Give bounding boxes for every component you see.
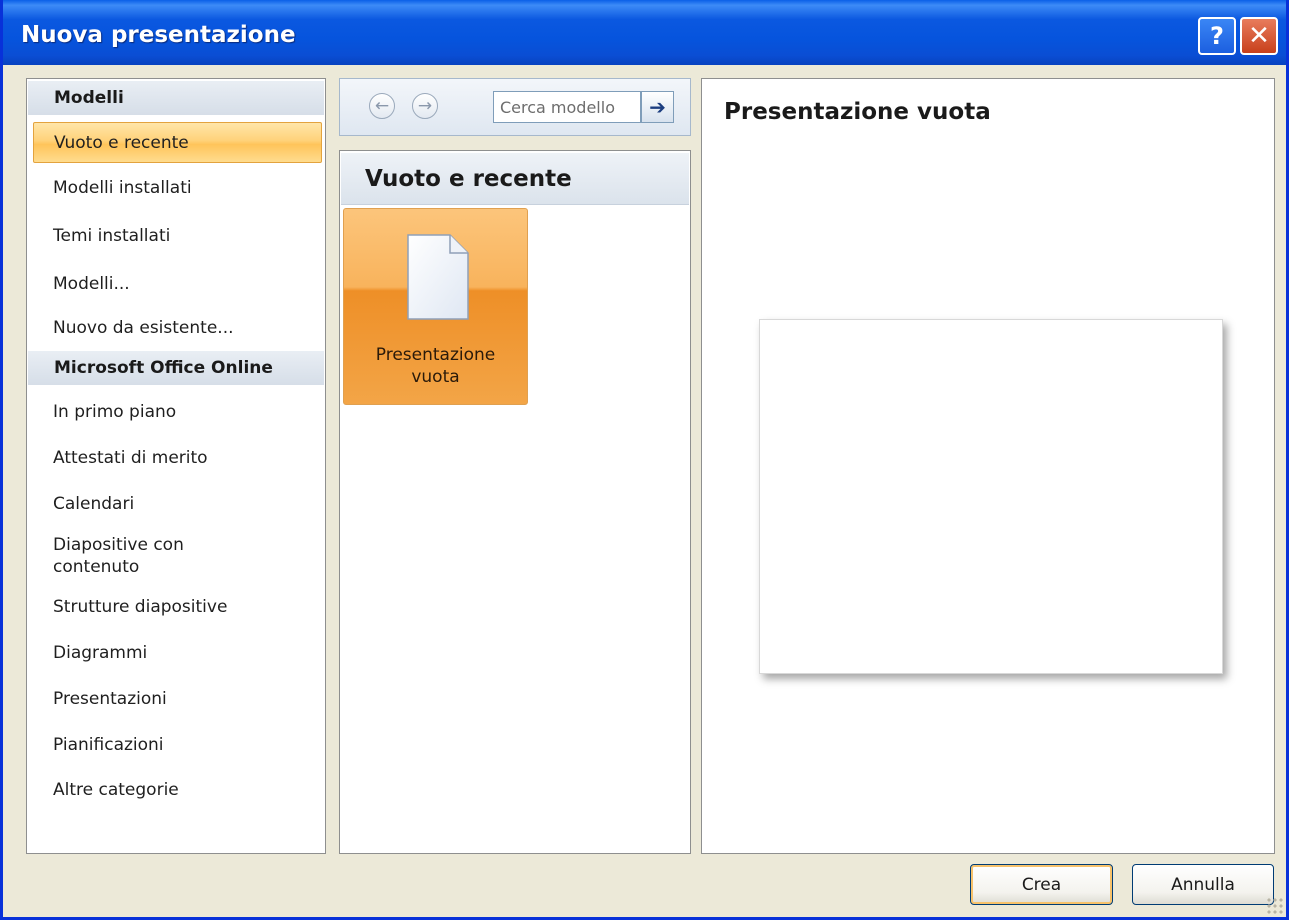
section-header-templates: Modelli — [28, 81, 324, 115]
forward-icon[interactable]: → — [412, 93, 438, 119]
preview-title: Presentazione vuota — [724, 99, 991, 125]
close-button[interactable]: ✕ — [1240, 17, 1278, 55]
sidebar-item-content-slides[interactable]: Diapositive con contenuto — [53, 534, 184, 578]
sidebar-item-awards[interactable]: Attestati di merito — [53, 447, 208, 469]
search-go-icon[interactable]: ➔ — [641, 91, 674, 123]
sidebar-item-featured[interactable]: In primo piano — [53, 401, 176, 423]
sidebar-item-installed-themes[interactable]: Temi installati — [53, 225, 170, 247]
sidebar-item-schedules[interactable]: Pianificazioni — [53, 734, 164, 756]
sidebar-item-my-templates[interactable]: Modelli... — [53, 273, 130, 295]
sidebar-item-diagrams[interactable]: Diagrammi — [53, 642, 147, 664]
section-header-office-online: Microsoft Office Online — [28, 351, 324, 385]
help-button[interactable]: ? — [1198, 17, 1236, 55]
sidebar-item-design-slides[interactable]: Strutture diapositive — [53, 596, 227, 618]
resize-grip-icon[interactable] — [1266, 897, 1284, 915]
templates-pane-header: Vuoto e recente — [341, 153, 689, 205]
title-bar[interactable]: Nuova presentazione ? ✕ — [3, 0, 1286, 65]
navigation-bar: ← → ➔ — [339, 78, 691, 136]
sidebar-item-more-categories[interactable]: Altre categorie — [53, 779, 179, 801]
window-title: Nuova presentazione — [21, 22, 296, 48]
sidebar-item-blank-recent[interactable]: Vuoto e recente — [33, 122, 322, 163]
search-templates-input[interactable] — [493, 91, 641, 123]
create-button[interactable]: Crea — [970, 864, 1113, 905]
sidebar-item-installed-templates[interactable]: Modelli installati — [53, 177, 192, 199]
sidebar-item-presentations[interactable]: Presentazioni — [53, 688, 167, 710]
blank-presentation-label: Presentazione vuota — [375, 345, 496, 387]
back-icon[interactable]: ← — [369, 93, 395, 119]
cancel-button[interactable]: Annulla — [1132, 864, 1274, 905]
blank-document-icon — [407, 234, 469, 320]
templates-pane: Vuoto e recente Presentazione vuota — [339, 150, 691, 854]
slide-preview — [759, 319, 1223, 674]
preview-pane: Presentazione vuota — [701, 78, 1275, 854]
category-pane: Modelli Vuoto e recente Modelli installa… — [26, 78, 326, 854]
blank-presentation-tile[interactable]: Presentazione vuota — [343, 208, 528, 405]
sidebar-item-new-from-existing[interactable]: Nuovo da esistente... — [53, 317, 234, 339]
new-presentation-dialog: Nuova presentazione ? ✕ Modelli Vuoto e … — [0, 0, 1289, 920]
sidebar-item-calendars[interactable]: Calendari — [53, 493, 134, 515]
